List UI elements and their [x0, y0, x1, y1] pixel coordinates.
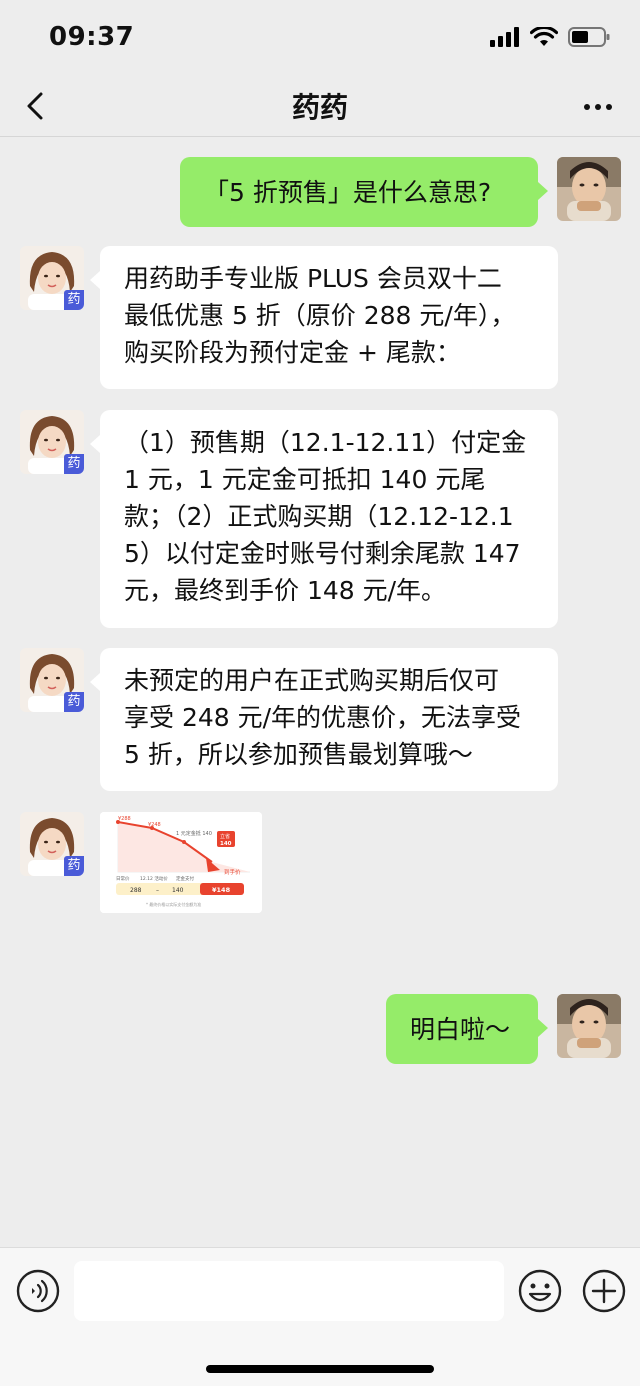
my-avatar-image [557, 157, 621, 221]
svg-text:¥148: ¥148 [212, 886, 231, 894]
svg-text:288: 288 [130, 887, 142, 894]
status-icons [490, 27, 610, 47]
contact-avatar[interactable]: 药 [20, 246, 84, 310]
more-options-icon[interactable] [582, 92, 614, 122]
svg-text:定金支付: 定金支付 [176, 875, 194, 882]
contact-avatar-badge: 药 [64, 454, 84, 474]
message-line: 用药助手专业版 PLUS 会员双十二 [124, 264, 502, 293]
svg-text:140: 140 [220, 841, 232, 847]
message-line: 未预定的用户在正式购买期后仅可 [124, 666, 500, 695]
svg-text:立省: 立省 [220, 833, 230, 840]
bubble-tail [538, 1019, 548, 1037]
message-bubble-incoming[interactable]: 用药助手专业版 PLUS 会员双十二 最低优惠 5 折（原价 288 元/年），… [100, 246, 558, 389]
svg-text:140: 140 [172, 887, 184, 894]
contact-avatar-badge: 药 [64, 692, 84, 712]
svg-text:* 最终价格以实际支付金额为准: * 最终价格以实际支付金额为准 [146, 901, 201, 907]
contact-avatar[interactable]: 药 [20, 648, 84, 712]
svg-text:¥248: ¥248 [148, 822, 161, 828]
message-line: 元，最终到手价 148 元/年。 [124, 576, 447, 605]
message-line: 1 元，1 元定金可抵扣 140 元尾 [124, 465, 486, 494]
message-text: 「5 折预售」是什么意思? [204, 178, 492, 207]
message-line: （1）预售期（12.1-12.11）付定金 [124, 428, 527, 457]
bubble-tail [90, 673, 100, 691]
home-indicator[interactable] [206, 1365, 434, 1373]
svg-text:¥288: ¥288 [118, 816, 131, 822]
message-bubble-outgoing[interactable]: 明白啦～ [386, 994, 538, 1064]
my-avatar[interactable] [557, 157, 621, 221]
image-message[interactable]: ¥288 ¥248 1 元定金抵 140 立省 140 到手价 日常价 12.1… [100, 812, 262, 913]
emoji-icon[interactable] [518, 1269, 562, 1313]
battery-icon [568, 27, 610, 47]
chat-title: 药药 [291, 91, 348, 124]
status-bar: 09:37 [0, 0, 640, 78]
bubble-tail [538, 182, 548, 200]
svg-text:到手价: 到手价 [224, 868, 241, 876]
wifi-icon [530, 27, 558, 46]
chat-messages[interactable]: 「5 折预售」是什么意思? 药 用药助手专业版 PLUS 会员双十二 最低优惠 … [0, 137, 640, 1247]
svg-text:–: – [156, 887, 159, 894]
my-avatar-image [557, 994, 621, 1058]
my-avatar[interactable] [557, 994, 621, 1058]
status-time: 09:37 [49, 22, 135, 52]
contact-avatar[interactable]: 药 [20, 812, 84, 876]
message-line: 最低优惠 5 折（原价 288 元/年）， [124, 301, 516, 330]
message-bubble-incoming[interactable]: 未预定的用户在正式购买期后仅可 享受 248 元/年的优惠价，无法享受 5 折，… [100, 648, 558, 791]
bubble-tail [90, 271, 100, 289]
contact-avatar-badge: 药 [64, 290, 84, 310]
voice-input-icon[interactable] [16, 1269, 60, 1313]
contact-avatar-badge: 药 [64, 856, 84, 876]
message-input[interactable] [74, 1261, 504, 1321]
message-text: 明白啦～ [410, 1015, 511, 1044]
chat-header: 药药 [0, 78, 640, 137]
message-line: 款；（2）正式购买期（12.12-12.1 [124, 502, 514, 531]
price-chart-image: ¥288 ¥248 1 元定金抵 140 立省 140 到手价 日常价 12.1… [100, 812, 262, 913]
message-line: 5 折，所以参加预售最划算哦～ [124, 740, 473, 769]
signal-icon [490, 27, 519, 47]
bubble-tail [90, 435, 100, 453]
contact-avatar[interactable]: 药 [20, 410, 84, 474]
plus-icon[interactable] [582, 1269, 626, 1313]
message-bubble-outgoing[interactable]: 「5 折预售」是什么意思? [180, 157, 538, 227]
input-bar [0, 1247, 640, 1386]
svg-text:12.12 活动价: 12.12 活动价 [140, 875, 168, 882]
message-bubble-incoming[interactable]: （1）预售期（12.1-12.11）付定金 1 元，1 元定金可抵扣 140 元… [100, 410, 558, 628]
message-line: 购买阶段为预付定金 + 尾款： [124, 338, 461, 367]
svg-text:1 元定金抵 140: 1 元定金抵 140 [176, 830, 212, 837]
message-line: 享受 248 元/年的优惠价，无法享受 [124, 703, 522, 732]
svg-text:日常价: 日常价 [116, 875, 130, 882]
message-line: 5）以付定金时账号付剩余尾款 147 [124, 539, 521, 568]
